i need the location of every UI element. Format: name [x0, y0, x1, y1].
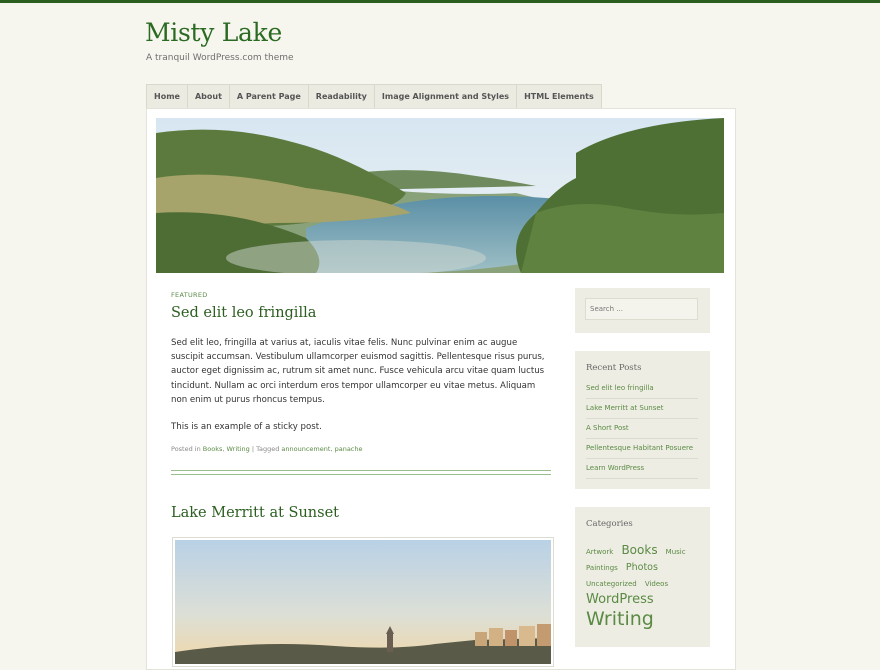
nav-item-home[interactable]: Home [147, 85, 188, 109]
nav-item-html-elements[interactable]: HTML Elements [517, 85, 601, 109]
category-link-music[interactable]: Music [666, 549, 686, 556]
category-link-wordpress[interactable]: WordPress [586, 593, 654, 606]
category-link-writing[interactable]: Writing [227, 445, 250, 453]
site-title[interactable]: Misty Lake [145, 18, 282, 47]
main-navigation: Home About A Parent Page Readability Ima… [146, 84, 602, 109]
recent-post-link[interactable]: Lake Merritt at Sunset [586, 399, 698, 419]
posted-in-label: Posted in [171, 445, 201, 454]
recent-post-link[interactable]: A Short Post [586, 419, 698, 439]
category-link-photos[interactable]: Photos [626, 563, 658, 573]
search-widget [575, 288, 710, 333]
tag-link-panache[interactable]: panache [335, 445, 363, 453]
post-paragraph: This is an example of a sticky post. [171, 422, 322, 433]
post-image[interactable] [172, 537, 554, 667]
featured-label: FEATURED [171, 291, 208, 299]
sunset-photo [175, 540, 551, 664]
category-link-writing[interactable]: Writing [586, 610, 654, 629]
meta-comma: , [222, 445, 225, 454]
category-link-uncategorized[interactable]: Uncategorized [586, 581, 637, 588]
category-link-books[interactable]: Books [203, 445, 223, 453]
featured-post: FEATURED Sed elit leo fringilla Sed elit… [171, 291, 551, 453]
search-input[interactable] [585, 298, 698, 320]
post-title[interactable]: Sed elit leo fringilla [171, 305, 551, 321]
widget-title: Categories [586, 519, 633, 529]
tagged-label: | Tagged [251, 445, 280, 454]
category-link-books[interactable]: Books [621, 544, 657, 556]
recent-post-link[interactable]: Pellentesque Habitant Posuere [586, 439, 698, 459]
top-border [0, 0, 880, 3]
site-description: A tranquil WordPress.com theme [146, 53, 294, 63]
tag-link-announcement[interactable]: announcement [281, 445, 330, 453]
post-separator [171, 470, 551, 475]
post-paragraph: Sed elit leo, fringilla at varius at, ia… [171, 338, 545, 405]
recent-post-link[interactable]: Sed elit leo fringilla [586, 379, 698, 399]
recent-posts-widget: Recent Posts Sed elit leo fringilla Lake… [575, 351, 710, 489]
category-link-paintings[interactable]: Paintings [586, 565, 618, 572]
widget-title: Recent Posts [586, 363, 642, 373]
meta-comma: , [330, 445, 333, 454]
header-image [156, 118, 724, 273]
lake-landscape-image [156, 118, 724, 273]
second-post: Lake Merritt at Sunset [171, 505, 551, 521]
post-meta: Posted in Books, Writing | Tagged announ… [171, 445, 551, 453]
post-title[interactable]: Lake Merritt at Sunset [171, 505, 551, 521]
category-link-videos[interactable]: Videos [645, 581, 668, 588]
nav-item-image-alignment[interactable]: Image Alignment and Styles [375, 85, 518, 109]
recent-post-link[interactable]: Learn WordPress [586, 459, 698, 479]
nav-item-parent-page[interactable]: A Parent Page [230, 85, 309, 109]
nav-item-about[interactable]: About [188, 85, 230, 109]
recent-posts-list: Sed elit leo fringilla Lake Merritt at S… [586, 379, 698, 479]
nav-item-readability[interactable]: Readability [309, 85, 375, 109]
category-cloud: Artwork Books Music Paintings Photos Unc… [586, 541, 704, 629]
post-content: Sed elit leo, fringilla at varius at, ia… [171, 336, 551, 434]
category-link-artwork[interactable]: Artwork [586, 549, 613, 556]
categories-widget: Categories Artwork Books Music Paintings… [575, 507, 710, 647]
